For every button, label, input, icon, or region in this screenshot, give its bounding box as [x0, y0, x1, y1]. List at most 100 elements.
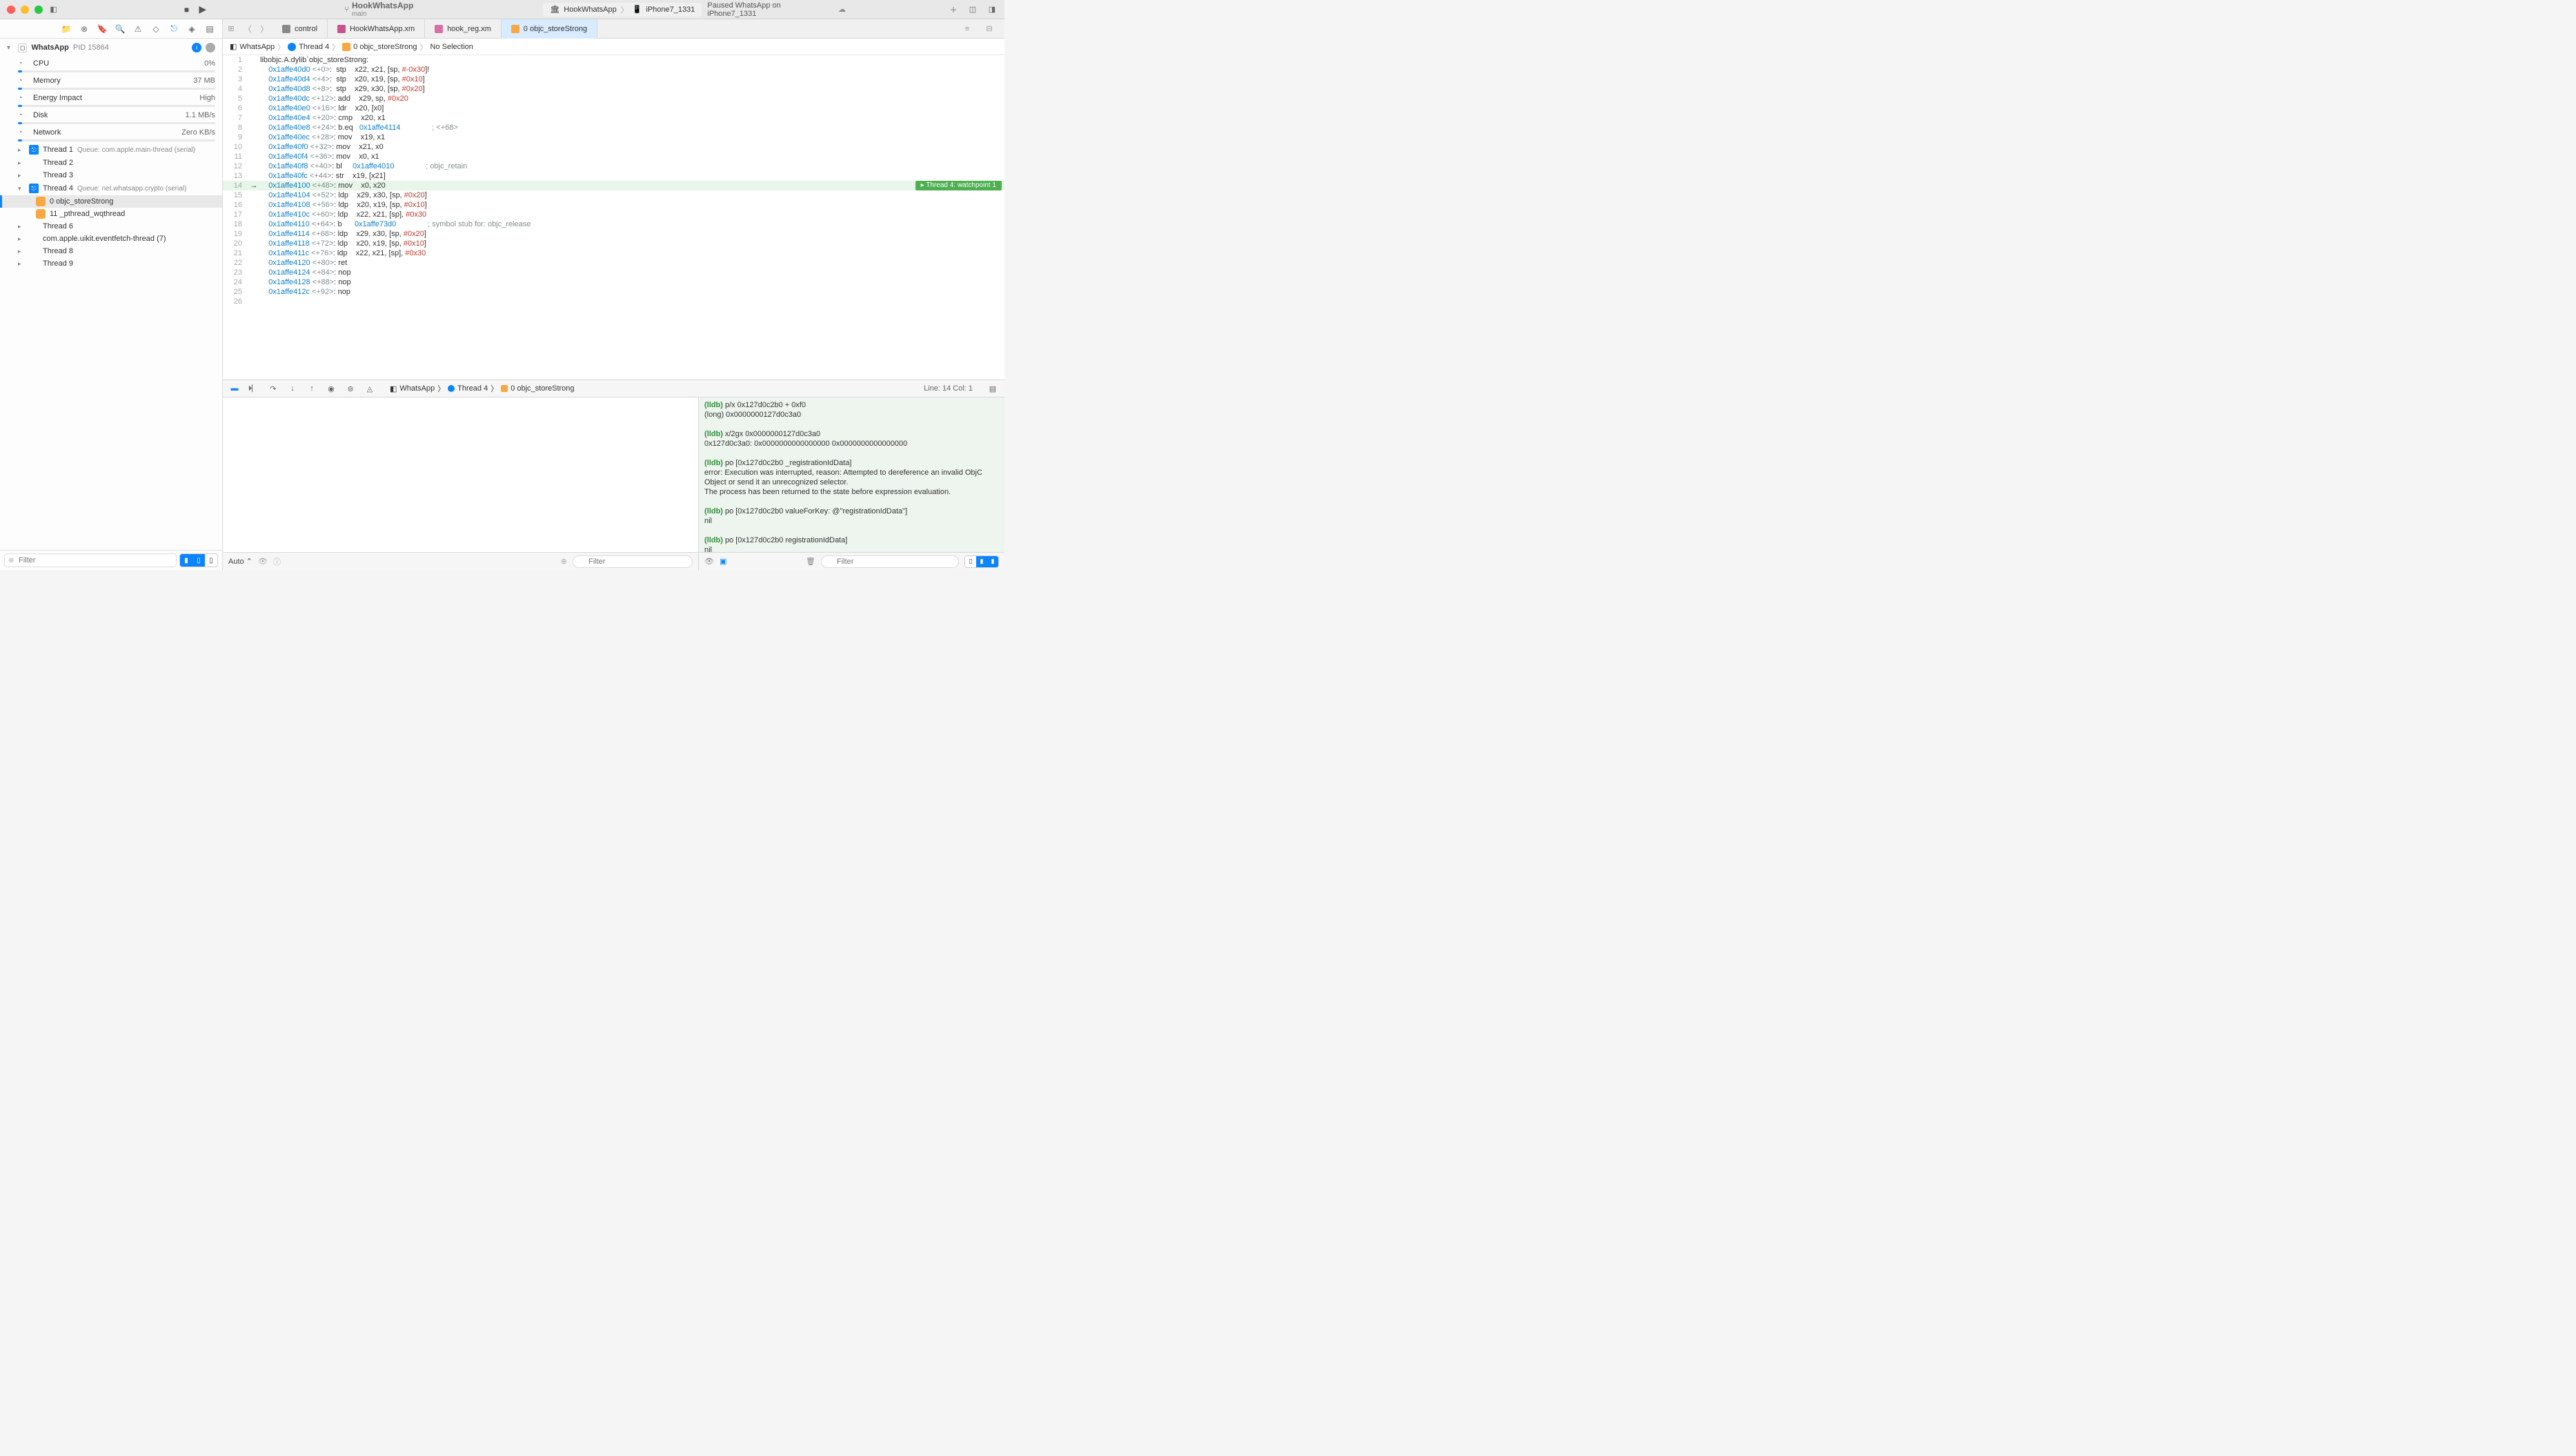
process-options-icon[interactable] — [206, 43, 215, 52]
sidebar-toggle-icon[interactable]: ◧ — [48, 4, 59, 15]
disassembly-view[interactable]: 1libobjc.A.dylib`objc_storeStrong:2 0x1a… — [223, 55, 1004, 380]
branch-indicator[interactable]: ⑂ HookWhatsApp main — [344, 1, 413, 18]
thread-row[interactable]: ▸⎋Thread 1 Queue: com.apple.main-thread … — [0, 143, 222, 157]
sidebar-filter-input[interactable] — [4, 553, 177, 567]
pc-indicator — [248, 268, 260, 277]
chevron-icon[interactable]: ▸ — [18, 223, 25, 230]
nav-issue-icon[interactable]: ⚠ — [132, 23, 143, 35]
stack-frame-row[interactable]: 11 _pthread_wqthread — [0, 208, 222, 220]
gauge-memory[interactable]: ◔Memory37 MB — [0, 74, 222, 88]
thread-row[interactable]: ▾⎋Thread 4 Queue: net.whatsapp.crypto (s… — [0, 181, 222, 195]
thread-row[interactable]: ▸Thread 3 — [0, 169, 222, 181]
debug-view-hierarchy-icon[interactable]: ◉ — [325, 382, 337, 395]
inspector-toggle-icon[interactable]: ◨ — [987, 4, 998, 15]
cloud-icon[interactable]: ☁︎ — [838, 5, 846, 14]
stop-button[interactable]: ■ — [181, 4, 192, 15]
thread-filter-segmented[interactable]: ▮ ▯ ▯ — [179, 553, 218, 567]
quicklook-icon[interactable]: 👁 — [258, 557, 268, 566]
seg-1[interactable]: ▮ — [180, 554, 192, 567]
thread-row[interactable]: ▸com.apple.uikit.eventfetch-thread (7) — [0, 233, 222, 245]
editor-tab[interactable]: 0 objc_storeStrong — [502, 19, 597, 39]
code-line: 15 0x1affe4104 <+52>: ldp x29, x30, [sp,… — [223, 190, 1004, 200]
zoom-window-button[interactable] — [34, 6, 43, 14]
process-row[interactable]: ▾ ◻ WhatsApp PID 15864 i — [0, 39, 222, 57]
add-button[interactable]: ＋ — [948, 4, 959, 15]
step-into-icon[interactable]: ↓ — [286, 382, 299, 395]
trash-icon[interactable]: 🗑 — [806, 557, 815, 566]
simulate-location-icon[interactable]: ◬ — [364, 382, 376, 395]
jump-bar[interactable]: ◧ WhatsApp 〉 Thread 4 〉 0 objc_storeStro… — [223, 39, 1004, 55]
debug-jump-bar[interactable]: ◧ WhatsApp 〉 Thread 4 〉 0 objc_storeStro… — [390, 383, 575, 394]
nav-folder-icon[interactable]: 📁 — [61, 23, 72, 35]
chevron-icon[interactable]: ▾ — [18, 185, 25, 193]
djump-0: WhatsApp — [399, 384, 435, 393]
seg-2[interactable]: ▯ — [192, 554, 205, 567]
console-filter-input[interactable] — [821, 555, 959, 568]
minimize-window-button[interactable] — [21, 6, 29, 14]
thread-row[interactable]: ▸Thread 8 — [0, 245, 222, 257]
jump-3[interactable]: No Selection — [430, 43, 473, 51]
main-split: 📁 ⊗ 🔖 🔍 ⚠ ◇ ⎋ ◈ ▤ ▾ ◻ WhatsApp PID 15864… — [0, 19, 1004, 570]
jump-1[interactable]: Thread 4 — [299, 43, 329, 51]
close-window-button[interactable] — [7, 6, 15, 14]
editor-tab[interactable]: hook_reg.xm — [425, 19, 502, 39]
editor-tab[interactable]: control — [273, 19, 328, 39]
nav-back-icon[interactable]: 〈 — [239, 21, 256, 37]
chevron-icon[interactable]: ▸ — [18, 159, 25, 167]
scheme-selector[interactable]: 🏛 HookWhatsApp 〉 📱 iPhone7_1331 — [543, 3, 702, 17]
nav-debug-icon[interactable]: ⎋ — [168, 23, 179, 35]
step-out-icon[interactable]: ↑ — [306, 382, 318, 395]
minimap-icon[interactable]: ≡ — [959, 21, 975, 37]
adjust-editor-icon[interactable]: ⊟ — [981, 21, 998, 37]
editor-options-icon[interactable]: ▤ — [987, 382, 999, 395]
step-over-icon[interactable]: ↷ — [267, 382, 279, 395]
console-view-segmented[interactable]: ▯ ▮ ▮ — [964, 555, 999, 568]
continue-icon[interactable]: ⏵⎸ — [248, 382, 260, 395]
console-output-icon[interactable]: 👁 — [704, 557, 714, 566]
related-items-icon[interactable]: ⊞ — [223, 21, 239, 37]
seg-3[interactable]: ▯ — [205, 554, 217, 567]
seg-vars[interactable]: ▯ — [965, 556, 976, 567]
chevron-icon[interactable]: ▸ — [18, 248, 25, 255]
gauge-network[interactable]: ◔NetworkZero KB/s — [0, 126, 222, 139]
nav-test-icon[interactable]: ◇ — [150, 23, 161, 35]
gauge-value: 37 MB — [193, 77, 215, 85]
jump-2[interactable]: 0 objc_storeStrong — [353, 43, 417, 51]
nav-forward-icon[interactable]: 〉 — [256, 21, 273, 37]
stack-frame-row[interactable]: 0 objc_storeStrong — [0, 195, 222, 208]
thread-row[interactable]: ▸Thread 6 — [0, 220, 222, 233]
library-icon[interactable]: ◫ — [967, 4, 978, 15]
thread-row[interactable]: ▸Thread 2 — [0, 157, 222, 169]
info-icon[interactable]: ⓘ — [273, 556, 281, 567]
variables-filter-input[interactable] — [573, 555, 693, 568]
gauge-value: 0% — [204, 59, 215, 68]
console-scope-icon[interactable]: ▣ — [720, 557, 726, 566]
nav-source-icon[interactable]: ⊗ — [79, 23, 90, 35]
gauge-energy-impact[interactable]: ◔Energy ImpactHigh — [0, 91, 222, 105]
editor-tab[interactable]: HookWhatsApp.xm — [328, 19, 425, 39]
chevron-icon[interactable]: ▸ — [18, 146, 25, 154]
code-line: 22 0x1affe4120 <+80>: ret — [223, 258, 1004, 268]
frame-icon — [36, 209, 46, 219]
nav-find-icon[interactable]: 🔍 — [115, 23, 126, 35]
chevron-icon[interactable]: ▸ — [18, 172, 25, 179]
gauge-cpu[interactable]: ◔CPU0% — [0, 57, 222, 70]
gauge-disk[interactable]: ◔Disk1.1 MB/s — [0, 108, 222, 122]
nav-report-icon[interactable]: ▤ — [204, 23, 215, 35]
chevron-icon[interactable]: ▸ — [18, 235, 25, 243]
seg-console[interactable]: ▮ — [987, 556, 998, 567]
code-line: 20 0x1affe4118 <+72>: ldp x20, x19, [sp,… — [223, 239, 1004, 248]
console-output[interactable]: (lldb) p/x 0x127d0c2b0 + 0xf0(long) 0x00… — [699, 397, 1004, 552]
variables-scope-selector[interactable]: Auto ⌃ — [228, 557, 252, 566]
process-badge-icon[interactable]: i — [192, 43, 201, 52]
variables-footer: Auto ⌃ 👁 ⓘ ⊕ — [223, 552, 698, 570]
run-button[interactable]: ▶ — [197, 4, 208, 15]
nav-bookmark-icon[interactable]: 🔖 — [97, 23, 108, 35]
jump-0[interactable]: WhatsApp — [239, 43, 275, 51]
chevron-icon[interactable]: ▸ — [18, 260, 25, 268]
nav-breakpoint-icon[interactable]: ◈ — [186, 23, 197, 35]
debug-memory-graph-icon[interactable]: ⊚ — [344, 382, 357, 395]
thread-row[interactable]: ▸Thread 9 — [0, 257, 222, 270]
seg-both[interactable]: ▮ — [976, 556, 987, 567]
toggle-debug-area-icon[interactable]: ▬ — [228, 382, 241, 395]
